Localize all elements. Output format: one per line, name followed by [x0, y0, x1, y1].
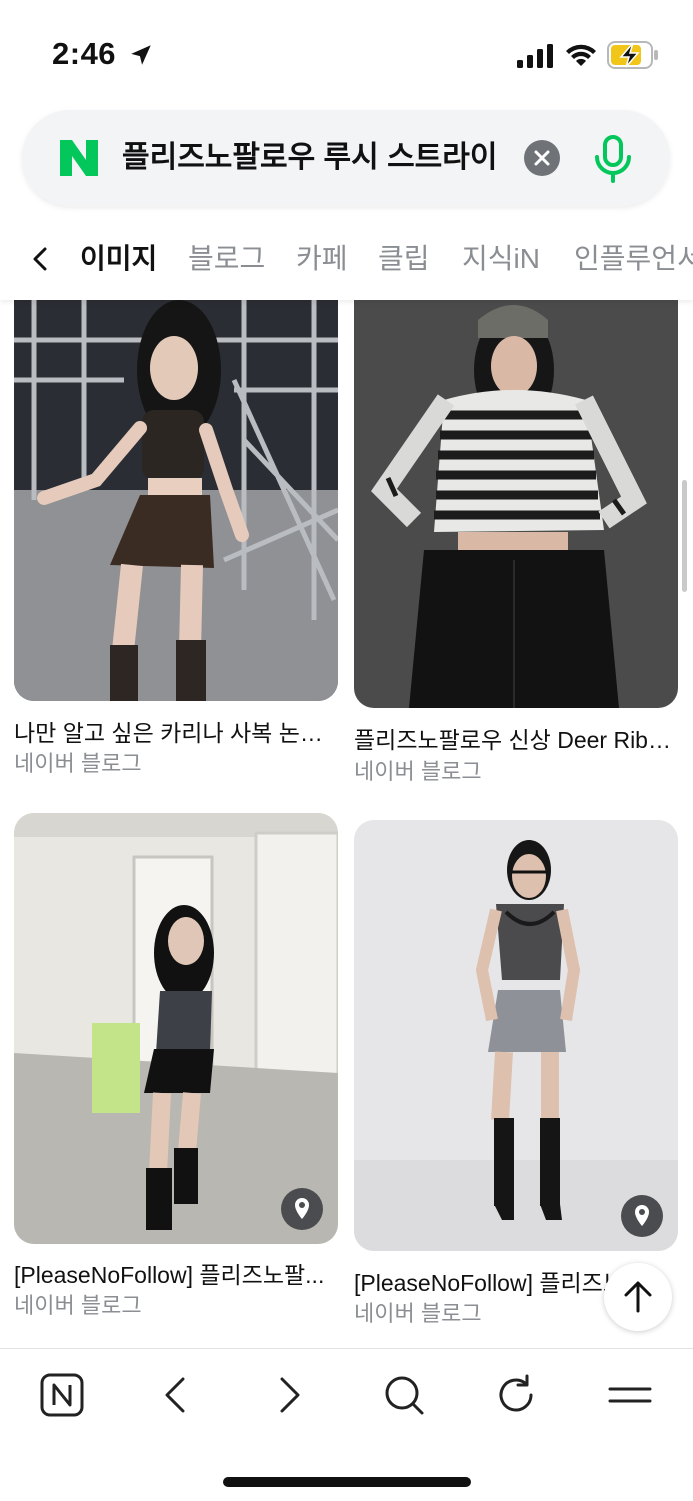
scroll-to-top-button[interactable]	[604, 1263, 672, 1331]
refresh-icon[interactable]	[493, 1371, 541, 1419]
location-arrow-icon	[131, 45, 151, 65]
tab-kin[interactable]: 지식iN	[462, 240, 540, 278]
microphone-icon[interactable]	[590, 134, 636, 184]
tab-blog[interactable]: 블로그	[188, 240, 265, 278]
result-title[interactable]: [PleaseNoFollow] 플리즈노팔...	[14, 1260, 338, 1290]
search-input[interactable]: 플리즈노팔로우 루시 스트라이	[122, 138, 512, 178]
result-thumbnail[interactable]	[14, 813, 338, 1244]
location-pin-button[interactable]	[621, 1195, 663, 1237]
status-bar: 2:46	[0, 0, 693, 100]
result-source[interactable]: 네이버 블로그	[354, 758, 482, 786]
result-thumbnail[interactable]	[14, 300, 338, 701]
result-title[interactable]: 플리즈노팔로우 신상 Deer Ribb...	[354, 725, 678, 755]
result-title[interactable]: 나만 알고 싶은 카리나 사복 논란,...	[14, 718, 338, 748]
browser-toolbar	[0, 1348, 693, 1501]
clear-button[interactable]	[524, 140, 560, 176]
chevron-left-icon[interactable]	[28, 240, 52, 278]
map-pin-icon	[635, 1205, 649, 1226]
scrollbar[interactable]	[682, 480, 687, 592]
result-thumbnail[interactable]	[354, 820, 678, 1251]
naver-home-icon[interactable]	[39, 1371, 87, 1419]
naver-logo-icon	[60, 140, 98, 176]
result-title[interactable]: [PleaseNoFollow] 플리즈노팔로우	[354, 1268, 614, 1298]
result-source[interactable]: 네이버 블로그	[14, 750, 142, 778]
back-icon[interactable]	[151, 1371, 199, 1419]
search-bar[interactable]: 플리즈노팔로우 루시 스트라이	[22, 110, 670, 206]
tab-clip[interactable]: 클립	[378, 240, 430, 278]
result-thumbnail[interactable]	[354, 300, 678, 708]
map-pin-icon	[295, 1198, 309, 1219]
wifi-icon	[566, 44, 596, 66]
home-indicator	[223, 1477, 471, 1487]
result-image	[354, 820, 678, 1251]
tab-influencer[interactable]: 인플루언서	[574, 240, 693, 278]
result-source[interactable]: 네이버 블로그	[14, 1292, 142, 1320]
search-icon[interactable]	[380, 1371, 428, 1419]
result-image	[14, 300, 338, 701]
status-time: 2:46	[52, 36, 117, 71]
tab-cafe[interactable]: 카페	[296, 240, 348, 278]
result-image	[14, 813, 338, 1244]
battery-charging-icon	[607, 41, 658, 69]
result-source[interactable]: 네이버 블로그	[354, 1300, 482, 1328]
result-image	[354, 300, 678, 708]
forward-icon[interactable]	[266, 1371, 314, 1419]
cellular-signal-icon	[517, 44, 553, 68]
search-tabs: 이미지 블로그 카페 클립 지식iN 인플루언서	[0, 218, 693, 300]
menu-icon[interactable]	[606, 1371, 654, 1419]
tab-image[interactable]: 이미지	[80, 240, 157, 278]
clear-icon	[534, 150, 550, 166]
arrow-up-icon	[624, 1281, 652, 1313]
location-pin-button[interactable]	[281, 1188, 323, 1230]
